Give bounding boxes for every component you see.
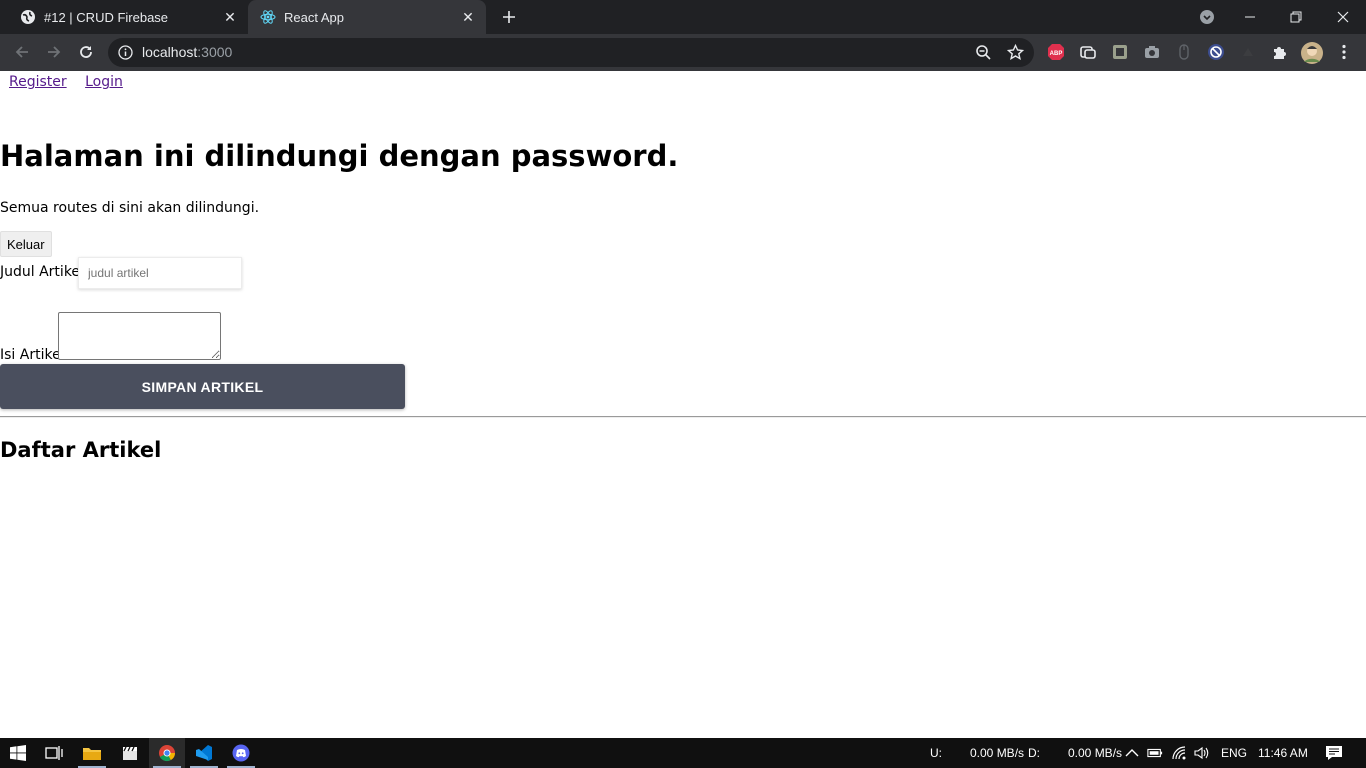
globe-icon bbox=[20, 9, 36, 25]
tab-crud-firebase[interactable]: #12 | CRUD Firebase ✕ bbox=[8, 0, 248, 34]
discord-icon[interactable] bbox=[223, 738, 259, 768]
upload-speed: 0.00 MB/s bbox=[970, 746, 1025, 760]
back-button[interactable] bbox=[12, 42, 32, 62]
forward-button[interactable] bbox=[44, 42, 64, 62]
minimize-button[interactable] bbox=[1227, 0, 1273, 34]
screenshot-icon[interactable] bbox=[1111, 43, 1129, 61]
url-port: :3000 bbox=[197, 44, 233, 60]
download-label: D: bbox=[1028, 746, 1040, 760]
page-title: Halaman ini dilindungi dengan password. bbox=[0, 139, 679, 173]
article-list-heading: Daftar Artikel bbox=[0, 438, 162, 462]
battery-icon[interactable] bbox=[1147, 745, 1163, 761]
extension-icon[interactable] bbox=[1079, 43, 1097, 61]
hidden-extension-icon[interactable] bbox=[1239, 43, 1257, 61]
new-tab-button[interactable] bbox=[500, 8, 518, 26]
tab-strip: #12 | CRUD Firebase ✕ React App ✕ bbox=[0, 0, 1366, 34]
chevron-up-icon[interactable] bbox=[1124, 745, 1140, 761]
clapper-app-icon[interactable] bbox=[112, 738, 148, 768]
task-view-icon[interactable] bbox=[36, 738, 72, 768]
top-nav: Register Login bbox=[9, 74, 137, 90]
register-link[interactable]: Register bbox=[9, 74, 67, 90]
tab-title: React App bbox=[284, 9, 344, 25]
tab-react-app[interactable]: React App ✕ bbox=[248, 0, 486, 34]
browser-toolbar: localhost:3000 ABP bbox=[0, 34, 1366, 71]
title-label: Judul Artikel bbox=[0, 264, 84, 280]
mouse-icon[interactable] bbox=[1175, 43, 1193, 61]
language-indicator[interactable]: ENG bbox=[1221, 746, 1247, 760]
divider bbox=[0, 416, 1366, 418]
page-content: Register Login Halaman ini dilindungi de… bbox=[0, 71, 1366, 738]
url-host: localhost bbox=[142, 44, 198, 60]
content-textarea[interactable] bbox=[58, 312, 221, 360]
tab-search-icon[interactable] bbox=[1184, 0, 1230, 34]
abp-icon[interactable]: ABP bbox=[1047, 43, 1065, 61]
close-tab-icon[interactable]: ✕ bbox=[222, 9, 238, 25]
block-icon[interactable] bbox=[1207, 43, 1225, 61]
logout-button[interactable]: Keluar bbox=[0, 231, 52, 257]
avatar[interactable] bbox=[1300, 41, 1324, 65]
zoom-icon[interactable] bbox=[975, 44, 992, 61]
clock[interactable]: 11:46 AM bbox=[1258, 746, 1308, 760]
address-bar[interactable]: localhost:3000 bbox=[108, 38, 1034, 67]
react-icon bbox=[260, 9, 276, 25]
file-explorer-icon[interactable] bbox=[74, 738, 110, 768]
tab-title: #12 | CRUD Firebase bbox=[44, 9, 169, 25]
page-description: Semua routes di sini akan dilindungi. bbox=[0, 200, 260, 216]
login-link[interactable]: Login bbox=[85, 74, 123, 90]
reload-button[interactable] bbox=[76, 42, 96, 62]
close-window-button[interactable] bbox=[1320, 0, 1366, 34]
url-text: localhost:3000 bbox=[142, 44, 232, 60]
site-info-icon[interactable] bbox=[118, 45, 133, 60]
menu-kebab-icon[interactable] bbox=[1335, 43, 1353, 61]
wifi-icon[interactable] bbox=[1172, 745, 1188, 761]
svg-text:ABP: ABP bbox=[1050, 51, 1063, 57]
save-article-button[interactable]: SIMPAN ARTIKEL bbox=[0, 364, 405, 409]
puzzle-icon[interactable] bbox=[1271, 43, 1289, 61]
content-label: Isi Artikel bbox=[0, 347, 65, 363]
title-input[interactable] bbox=[78, 257, 242, 289]
camera-icon[interactable] bbox=[1143, 43, 1161, 61]
vscode-icon[interactable] bbox=[186, 738, 222, 768]
download-speed: 0.00 MB/s bbox=[1068, 746, 1123, 760]
upload-label: U: bbox=[930, 746, 942, 760]
windows-taskbar: U: 0.00 MB/s D: 0.00 MB/s ENG 11:46 AM bbox=[0, 738, 1366, 768]
restore-button[interactable] bbox=[1273, 0, 1319, 34]
chrome-taskbar-icon[interactable] bbox=[149, 738, 185, 768]
bookmark-star-icon[interactable] bbox=[1006, 43, 1025, 61]
speaker-icon[interactable] bbox=[1194, 745, 1210, 761]
start-button[interactable] bbox=[0, 738, 36, 768]
close-tab-icon[interactable]: ✕ bbox=[460, 9, 476, 25]
notification-icon[interactable] bbox=[1325, 745, 1343, 761]
